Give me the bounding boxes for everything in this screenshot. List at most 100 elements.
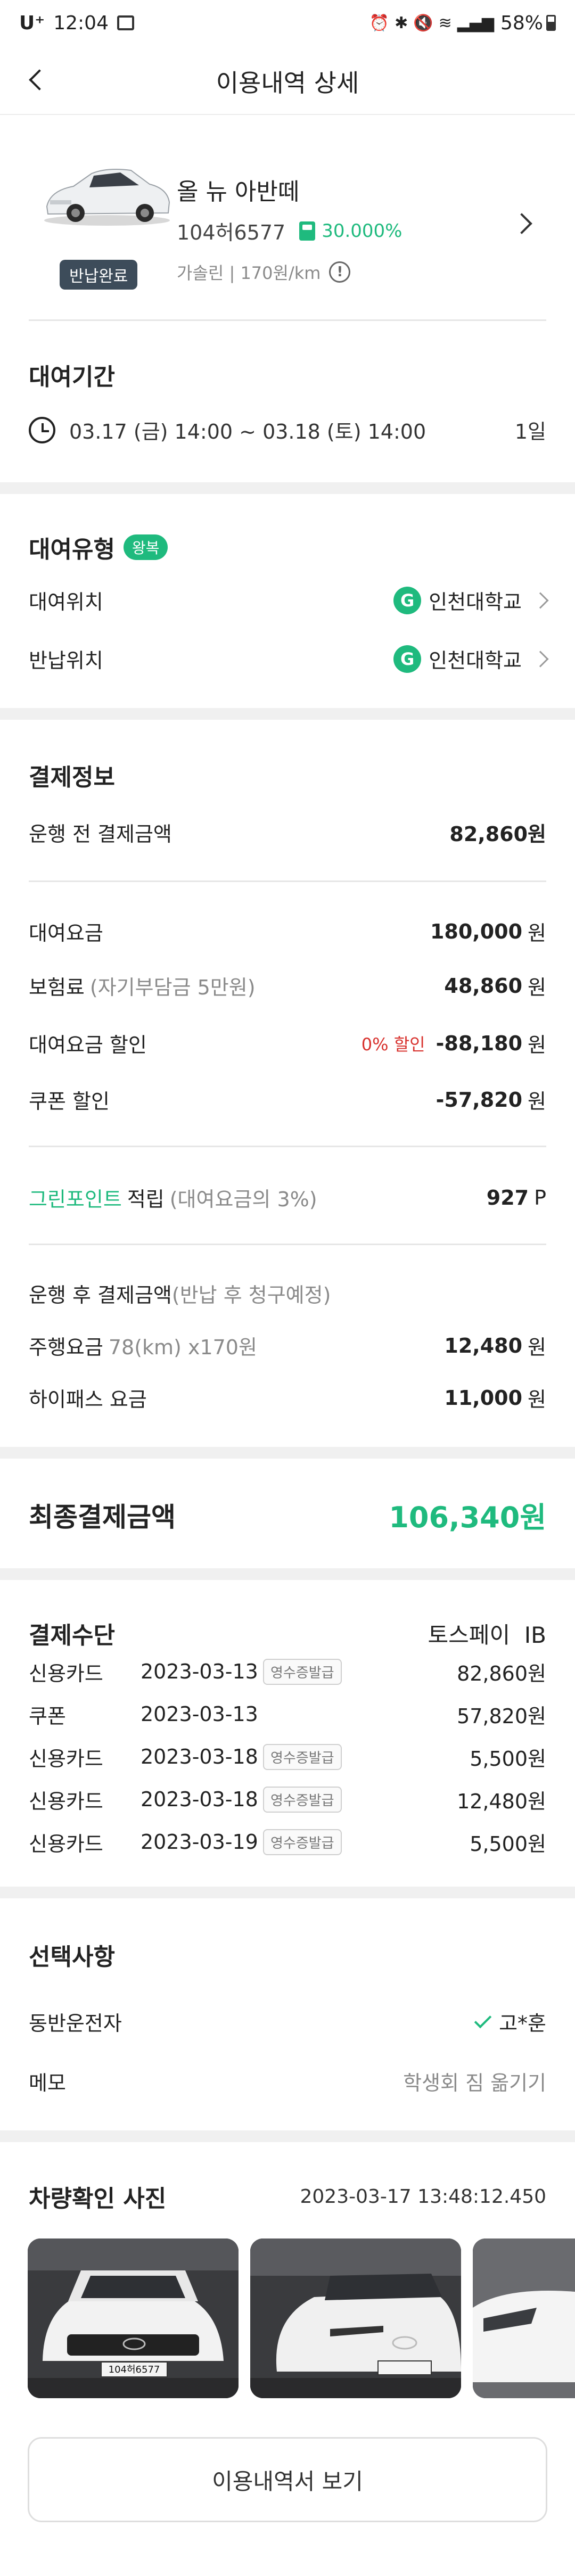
payment-methods-header: 결제수단 토스페이 IB [29, 1616, 546, 1650]
wifi-icon: ≋ [438, 13, 452, 32]
won-unit: 원 [528, 1090, 546, 1113]
photos-title: 차량확인 사진 [29, 2185, 167, 2212]
car-image [40, 158, 174, 227]
car-detail-chevron-icon[interactable] [511, 213, 532, 234]
car-plate-row: 104허6577 30.000% [177, 216, 402, 245]
section-separator [0, 1568, 575, 1580]
insurance-row: 보험료 (자기부담금 5만원) 48,860 원 [29, 971, 546, 1000]
app-header: 이용내역 상세 [0, 46, 575, 115]
view-statement-button[interactable]: 이용내역서 보기 [28, 2437, 547, 2522]
clock-icon [29, 416, 55, 443]
coupon-discount-label: 쿠폰 할인 [29, 1090, 110, 1113]
options-title: 선택사항 [29, 1944, 115, 1971]
return-value: 인천대학교 [429, 649, 522, 672]
payment-row: 신용카드 2023-03-18 영수증발급 12,480원 [29, 1778, 546, 1821]
payment-method: 신용카드 [29, 1661, 103, 1685]
payment-method: 신용카드 [29, 1832, 103, 1856]
car-photo[interactable] [250, 2238, 461, 2398]
payment-date: 2023-03-19 [141, 1830, 258, 1854]
payment-divider [29, 880, 546, 882]
pre-payment-label: 운행 전 결제금액 [29, 822, 172, 846]
payment-amount: 12,480원 [457, 1789, 546, 1813]
hipass-value: 11,000 [444, 1386, 523, 1410]
receipt-button[interactable]: 영수증발급 [263, 1786, 342, 1813]
rental-fee-label: 대여요금 [29, 921, 103, 945]
payment-method: 신용카드 [29, 1789, 103, 1813]
point-unit: P [534, 1186, 546, 1209]
final-amount-value: 106,340원 [389, 1501, 546, 1534]
pre-payment-value: 82,860원 [449, 822, 546, 846]
pickup-chevron-icon [532, 591, 549, 609]
payment-row: 신용카드 2023-03-19 영수증발급 5,500원 [29, 1821, 546, 1863]
car-photo[interactable]: 104허6577 [28, 2238, 239, 2398]
info-icon[interactable]: ! [329, 261, 351, 283]
car-plate: 104허6577 [177, 221, 286, 244]
rental-type-header: 대여유형 왕복 [29, 530, 168, 564]
co-driver-label: 동반운전자 [29, 2012, 122, 2035]
rental-discount-label: 대여요금 할인 [29, 1033, 147, 1057]
final-amount-label: 최종결제금액 [29, 1501, 176, 1533]
rental-period-title: 대여기간 [29, 364, 115, 391]
alarm-icon: ⏰ [369, 13, 390, 32]
payment-row: 쿠폰 2023-03-13 57,820원 [29, 1693, 546, 1735]
pickup-location-row[interactable]: 대여위치 G 인천대학교 [29, 586, 549, 615]
return-label: 반납위치 [29, 649, 103, 672]
status-badge: 반납완료 [60, 260, 138, 290]
won-unit: 원 [528, 921, 546, 945]
payment-provider: 토스페이 IB [428, 1622, 546, 1648]
rental-range: 03.17 (금) 14:00 ~ 03.18 (토) 14:00 [69, 420, 426, 443]
check-icon [474, 2011, 492, 2028]
mileage-row: 주행요금 78(km) x170원 12,480 원 [29, 1331, 546, 1360]
payment-divider [29, 1244, 546, 1245]
car-name: 올 뉴 아반떼 [177, 178, 300, 205]
payment-divider [29, 1146, 546, 1147]
round-trip-badge: 왕복 [123, 534, 168, 560]
fuel-info-row: 가솔린 | 170원/km ! [177, 260, 351, 284]
final-amount-row: 최종결제금액 106,340원 [29, 1494, 546, 1536]
payment-methods-title: 결제수단 [29, 1622, 115, 1649]
view-statement-label: 이용내역서 보기 [212, 2468, 363, 2495]
rental-discount-value: -88,180 [436, 1031, 523, 1055]
location-g-icon: G [393, 645, 422, 673]
coupon-discount-value: -57,820 [436, 1088, 523, 1112]
pickup-value: 인천대학교 [429, 590, 522, 614]
section-separator [0, 2130, 575, 2142]
status-bar: U⁺ 12:04 ⏰ ✱ 🔇 ≋ ▂▄▆ 58% [0, 0, 575, 46]
green-point-value: 927 [486, 1186, 529, 1209]
fuel-level: 30.000% [322, 220, 402, 242]
receipt-button[interactable]: 영수증발급 [263, 1658, 342, 1685]
memo-label: 메모 [29, 2071, 66, 2095]
memo-row: 메모 학생회 짐 옮기기 [29, 2067, 546, 2096]
car-card[interactable]: 반납완료 올 뉴 아반떼 104허6577 30.000% 가솔린 | 170원… [0, 115, 575, 323]
coupon-discount-row: 쿠폰 할인 -57,820 원 [29, 1085, 546, 1114]
car-photo[interactable] [473, 2238, 575, 2398]
mileage-value: 12,480 [444, 1334, 523, 1357]
payment-method: 신용카드 [29, 1747, 103, 1771]
won-unit: 원 [528, 976, 546, 999]
receipt-button[interactable]: 영수증발급 [263, 1829, 342, 1855]
payment-method: 쿠폰 [29, 1704, 66, 1728]
payment-amount: 5,500원 [470, 1832, 546, 1856]
won-unit: 원 [528, 1033, 546, 1057]
fuel-pump-icon [299, 221, 316, 241]
green-point-row: 그린포인트 적립 (대여요금의 3%) 927 P [29, 1183, 546, 1212]
pre-payment-row: 운행 전 결제금액 82,860원 [29, 818, 546, 847]
section-separator [0, 708, 575, 720]
payment-info-title: 결제정보 [29, 764, 115, 791]
plate-text: 104허6577 [109, 2364, 160, 2375]
pickup-label: 대여위치 [29, 590, 103, 614]
hipass-label: 하이패스 요금 [29, 1388, 147, 1411]
mute-icon: 🔇 [413, 13, 433, 32]
co-driver-row: 동반운전자 고*훈 [29, 2007, 546, 2036]
payment-date: 2023-03-18 [141, 1745, 258, 1768]
location-g-icon: G [393, 586, 422, 614]
car-card-divider [29, 319, 546, 321]
receipt-button[interactable]: 영수증발급 [263, 1743, 342, 1770]
payment-amount: 57,820원 [457, 1704, 546, 1728]
signal-icon: ▂▄▆ [457, 13, 494, 32]
rental-fee-row: 대여요금 180,000 원 [29, 917, 546, 946]
green-point-suffix: 적립 [127, 1188, 165, 1211]
return-location-row[interactable]: 반납위치 G 인천대학교 [29, 644, 549, 673]
rental-discount-row: 대여요금 할인 0% 할인 -88,180 원 [29, 1028, 546, 1058]
post-payment-label: 운행 후 결제금액 [29, 1283, 172, 1307]
